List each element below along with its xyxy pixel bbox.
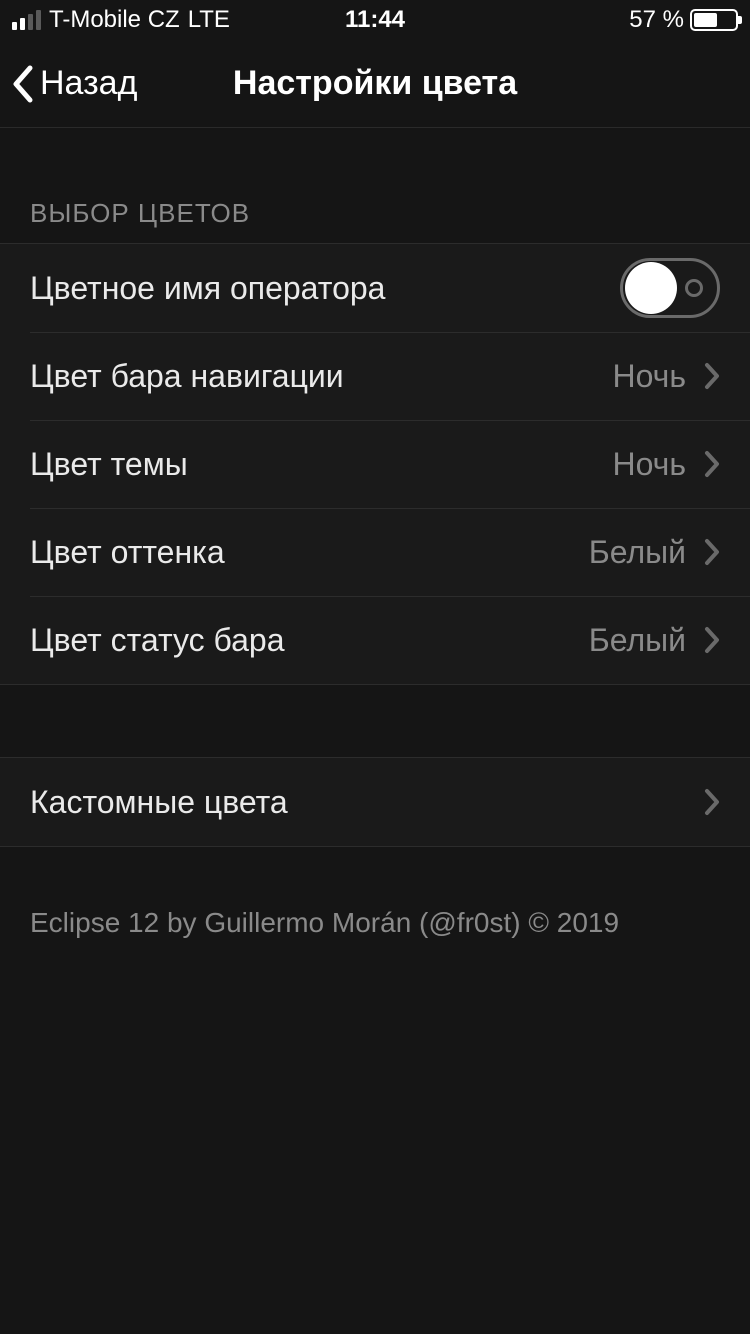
row-value: Белый: [589, 534, 686, 571]
toggle-off-indicator-icon: [685, 279, 703, 297]
row-right: [704, 788, 720, 816]
chevron-right-icon: [704, 626, 720, 654]
battery-percent: 57 %: [629, 6, 684, 34]
carrier-color-toggle[interactable]: [620, 258, 720, 318]
row-value: Белый: [589, 622, 686, 659]
back-label: Назад: [40, 64, 137, 103]
status-left: T-Mobile CZ LTE: [12, 6, 230, 34]
chevron-right-icon: [704, 450, 720, 478]
row-right: Ночь: [612, 446, 720, 483]
row-value: Ночь: [612, 446, 686, 483]
status-time: 11:44: [345, 6, 405, 34]
row-carrier-color[interactable]: Цветное имя оператора: [0, 244, 750, 332]
row-right: Ночь: [612, 358, 720, 395]
row-nav-bar-color[interactable]: Цвет бара навигации Ночь: [0, 332, 750, 420]
section-header: ВЫБОР ЦВЕТОВ: [0, 128, 750, 243]
row-tint-color[interactable]: Цвет оттенка Белый: [0, 508, 750, 596]
row-status-bar-color[interactable]: Цвет статус бара Белый: [0, 596, 750, 684]
carrier-label: T-Mobile CZ: [49, 6, 180, 34]
chevron-right-icon: [704, 788, 720, 816]
status-right: 57 %: [629, 6, 738, 34]
chevron-left-icon: [10, 64, 34, 104]
chevron-right-icon: [704, 362, 720, 390]
settings-group-custom: Кастомные цвета: [0, 757, 750, 847]
row-right: Белый: [589, 534, 720, 571]
row-label: Кастомные цвета: [30, 784, 288, 821]
chevron-right-icon: [704, 538, 720, 566]
row-theme-color[interactable]: Цвет темы Ночь: [0, 420, 750, 508]
battery-icon: [690, 9, 738, 31]
footer-credit: Eclipse 12 by Guillermo Morán (@fr0st) ©…: [0, 847, 750, 999]
network-label: LTE: [188, 6, 230, 34]
row-label: Цветное имя оператора: [30, 270, 385, 307]
row-label: Цвет темы: [30, 446, 188, 483]
row-right: Белый: [589, 622, 720, 659]
row-label: Цвет статус бара: [30, 622, 285, 659]
back-button[interactable]: Назад: [0, 64, 137, 104]
group-gap: [0, 685, 750, 757]
nav-bar: Назад Настройки цвета: [0, 40, 750, 128]
row-custom-colors[interactable]: Кастомные цвета: [0, 758, 750, 846]
row-value: Ночь: [612, 358, 686, 395]
toggle-knob: [625, 262, 677, 314]
settings-group-colors: Цветное имя оператора Цвет бара навигаци…: [0, 243, 750, 685]
row-label: Цвет оттенка: [30, 534, 225, 571]
page-title: Настройки цвета: [233, 64, 517, 103]
signal-icon: [12, 10, 41, 30]
status-bar: T-Mobile CZ LTE 11:44 57 %: [0, 0, 750, 40]
row-label: Цвет бара навигации: [30, 358, 344, 395]
